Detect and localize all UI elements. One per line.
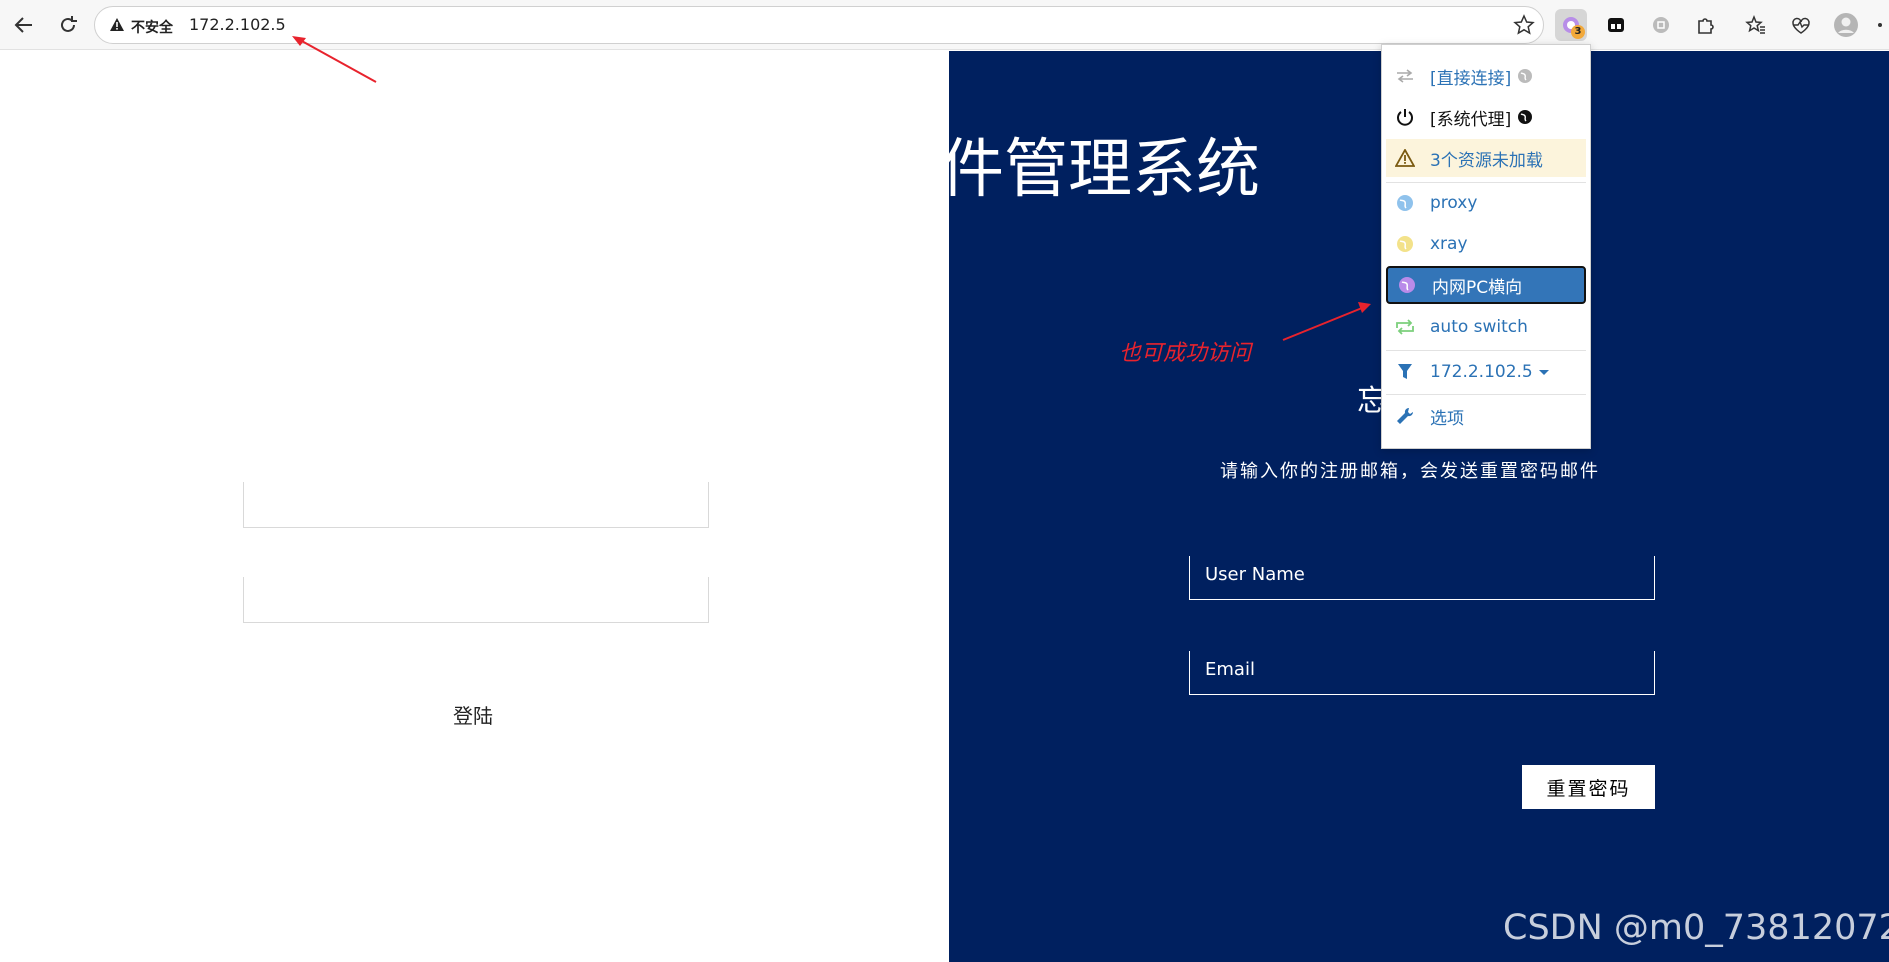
menu-item-label: [直接连接] — [1430, 68, 1512, 89]
menu-separator — [1386, 182, 1586, 183]
globe-icon — [1396, 274, 1418, 296]
wrench-icon — [1394, 405, 1416, 427]
menu-item-xray[interactable]: xray — [1386, 225, 1586, 263]
arrow-to-url — [292, 36, 377, 83]
globe-icon — [1518, 69, 1533, 83]
warning-icon — [1394, 147, 1416, 169]
annotation-arrows — [292, 36, 1371, 341]
menu-item-auto-switch[interactable]: auto switch — [1386, 308, 1586, 346]
menu-separator — [1386, 350, 1586, 351]
screenshot-root: 不安全 172.2.102.5 3 登陆 件管理系统 忘 请输入你的注册邮箱，会… — [0, 0, 1889, 962]
menu-item-system-proxy[interactable]: [系统代理] — [1386, 98, 1586, 136]
menu-item-label: [系统代理] — [1430, 109, 1512, 130]
menu-item-intranet-pc[interactable]: 内网PC横向 — [1386, 266, 1586, 304]
menu-item-label: 172.2.102.5 — [1430, 362, 1533, 382]
refresh-icon — [1394, 316, 1416, 338]
menu-item-unloaded-resources[interactable]: 3个资源未加载 — [1386, 139, 1586, 177]
arrow-to-menu-item — [1282, 302, 1371, 341]
menu-item-options[interactable]: 选项 — [1386, 397, 1586, 435]
menu-item-label: 内网PC横向 — [1432, 277, 1523, 298]
proxy-dropdown-menu: [直接连接] [系统代理] 3个资源未加载 proxy xray 内网PC横向 … — [1381, 44, 1591, 449]
menu-item-label: proxy — [1430, 193, 1478, 213]
globe-icon — [1394, 233, 1416, 255]
power-icon — [1394, 106, 1416, 128]
globe-icon — [1518, 110, 1533, 124]
chevron-down-icon — [1538, 369, 1549, 375]
menu-item-label: 3个资源未加载 — [1430, 150, 1543, 171]
menu-item-label: 选项 — [1430, 408, 1464, 429]
menu-item-direct[interactable]: [直接连接] — [1386, 57, 1586, 95]
menu-item-label: auto switch — [1430, 317, 1528, 337]
swap-icon — [1394, 65, 1416, 87]
menu-item-label: xray — [1430, 234, 1468, 254]
menu-item-proxy[interactable]: proxy — [1386, 184, 1586, 222]
menu-item-host-filter[interactable]: 172.2.102.5 — [1386, 353, 1586, 391]
globe-icon — [1394, 192, 1416, 214]
filter-icon — [1394, 361, 1416, 383]
menu-separator — [1386, 394, 1586, 395]
